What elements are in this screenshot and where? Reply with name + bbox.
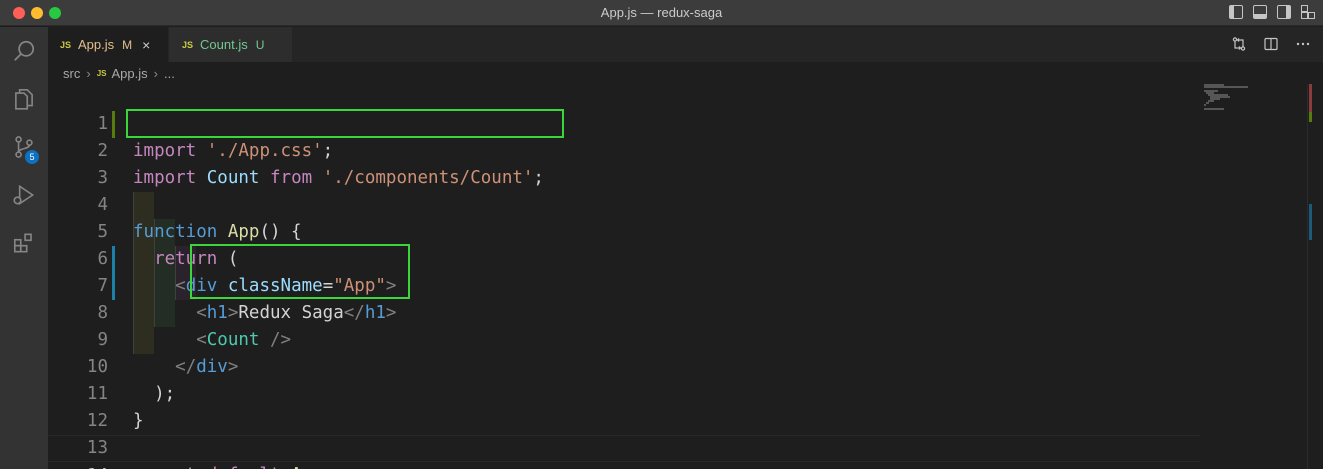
code-line: 4 function App() { xyxy=(48,165,1200,242)
js-file-icon: JS xyxy=(96,68,107,78)
code-line: 6 <div className="App"> xyxy=(48,219,1200,296)
source-control-badge: 5 xyxy=(25,150,39,164)
minimap[interactable] xyxy=(1200,84,1310,469)
split-editor-icon[interactable] xyxy=(1263,36,1279,52)
untracked-flag: U xyxy=(255,37,265,52)
title-bar: App.js — redux-saga xyxy=(0,0,1323,26)
vertical-scrollbar[interactable] xyxy=(1307,84,1323,469)
editor-actions xyxy=(1231,36,1311,52)
code-line: 10 ); xyxy=(48,327,1200,404)
code-line: 3 xyxy=(48,138,1200,188)
code-line: 8 <Count /> xyxy=(48,273,1200,350)
toggle-secondary-sidebar-icon[interactable] xyxy=(1277,5,1291,19)
scrollbar-change-mark xyxy=(1309,84,1312,112)
customize-layout-icon[interactable] xyxy=(1301,5,1315,19)
code-line: 12 xyxy=(48,381,1200,431)
code-line: 1 import './App.css'; xyxy=(48,84,1200,161)
breadcrumb-item-src[interactable]: src xyxy=(63,66,80,81)
js-file-icon: JS xyxy=(182,39,194,50)
close-tab-icon[interactable]: × xyxy=(142,37,150,53)
chevron-right-icon: › xyxy=(153,65,158,81)
line-number: 14 xyxy=(48,463,108,469)
breadcrumb-item-file[interactable]: App.js xyxy=(111,66,147,81)
code-line: 7 <h1>Redux Saga</h1> xyxy=(48,246,1200,323)
chevron-right-icon: › xyxy=(86,65,91,81)
activity-bar: 5 xyxy=(0,27,48,469)
code-line: 9 </div> xyxy=(48,300,1200,377)
debug-icon[interactable] xyxy=(0,171,48,219)
breadcrumb: src › JS App.js › ... xyxy=(48,62,1200,84)
scrollbar-change-mark xyxy=(1309,112,1312,122)
tab-label: App.js xyxy=(78,37,115,52)
scrollbar-change-mark xyxy=(1309,204,1312,240)
code-line-current: 14 xyxy=(48,435,1200,469)
toggle-primary-sidebar-icon[interactable] xyxy=(1229,5,1243,19)
window-title: App.js — redux-saga xyxy=(600,5,723,20)
toggle-panel-icon[interactable] xyxy=(1253,5,1267,19)
search-icon[interactable] xyxy=(0,27,48,75)
code-line: 2 import Count from './components/Count'… xyxy=(48,111,1200,188)
source-control-icon[interactable]: 5 xyxy=(0,123,48,171)
more-actions-icon[interactable] xyxy=(1295,36,1311,52)
layout-controls xyxy=(1229,5,1315,21)
tab-count-js[interactable]: JS Count.js U xyxy=(168,27,292,62)
extensions-icon[interactable] xyxy=(0,219,48,267)
code-line: 11 } xyxy=(48,354,1200,431)
js-file-icon: JS xyxy=(60,39,72,50)
code-line: 13 export default App; xyxy=(48,408,1200,469)
modified-flag: M xyxy=(122,37,133,52)
tab-label: Count.js xyxy=(200,37,248,52)
breadcrumb-item-symbols[interactable]: ... xyxy=(164,66,175,81)
tab-app-js[interactable]: JS App.js M × xyxy=(48,27,168,62)
open-changes-icon[interactable] xyxy=(1231,36,1247,52)
code-editor[interactable]: 1 import './App.css'; 2 import Count fro… xyxy=(48,84,1200,469)
files-icon[interactable] xyxy=(0,75,48,123)
tab-bar: JS App.js M × JS Count.js U xyxy=(48,27,1323,62)
code-line: 5 return ( xyxy=(48,192,1200,269)
